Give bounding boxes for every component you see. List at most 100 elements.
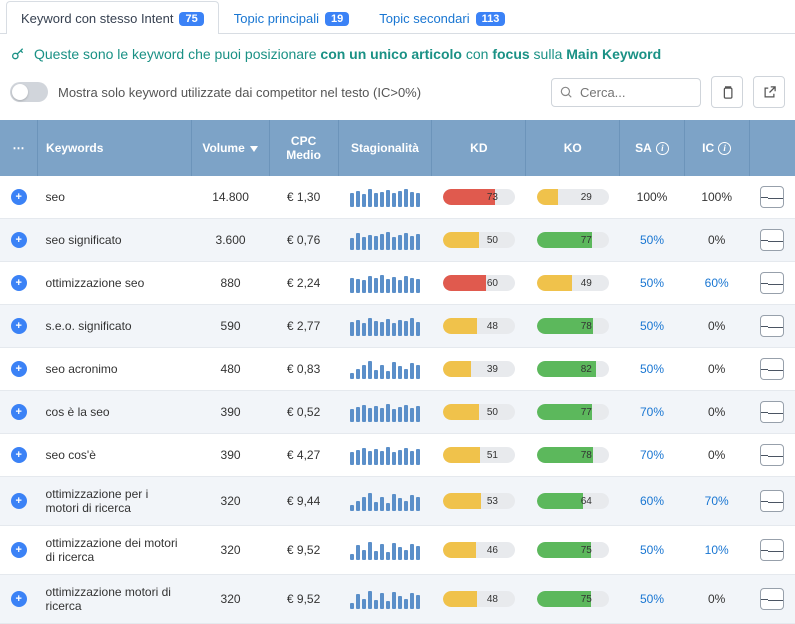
- ic-cell[interactable]: 60%: [684, 262, 749, 305]
- expand-row-button[interactable]: +: [11, 493, 27, 509]
- sa-cell[interactable]: 60%: [620, 477, 685, 526]
- table-row: +seo acronimo480€ 0,83398250%0%: [0, 348, 795, 391]
- ic-cell: 0%: [684, 305, 749, 348]
- expand-row-button[interactable]: +: [11, 232, 27, 248]
- row-menu-button[interactable]: [760, 272, 784, 294]
- table-row: +ottimizzazione motori di ricerca320€ 9,…: [0, 575, 795, 624]
- col-ko[interactable]: KO: [526, 120, 620, 176]
- seasonality-cell: [338, 391, 432, 434]
- kd-cell: 46: [432, 526, 526, 575]
- sa-cell[interactable]: 50%: [620, 219, 685, 262]
- volume-cell: 320: [192, 477, 269, 526]
- row-menu-button[interactable]: [760, 490, 784, 512]
- seasonality-cell: [338, 219, 432, 262]
- tabs-bar: Keyword con stesso Intent75Topic princip…: [0, 0, 795, 34]
- keyword-cell: seo: [38, 176, 192, 219]
- ic-cell: 0%: [684, 348, 749, 391]
- cpc-cell: € 9,52: [269, 526, 338, 575]
- ko-cell: 77: [526, 219, 620, 262]
- cpc-cell: € 0,52: [269, 391, 338, 434]
- cpc-cell: € 4,27: [269, 434, 338, 477]
- col-sa[interactable]: SAi: [620, 120, 685, 176]
- volume-cell: 320: [192, 526, 269, 575]
- sa-cell[interactable]: 50%: [620, 305, 685, 348]
- row-menu-button[interactable]: [760, 186, 784, 208]
- tab-badge: 113: [476, 12, 506, 26]
- col-expand[interactable]: ⋯: [0, 120, 38, 176]
- expand-row-button[interactable]: +: [11, 591, 27, 607]
- col-kd[interactable]: KD: [432, 120, 526, 176]
- ic-cell: 100%: [684, 176, 749, 219]
- cpc-cell: € 9,52: [269, 575, 338, 624]
- col-cpc[interactable]: CPC Medio: [269, 120, 338, 176]
- volume-cell: 480: [192, 348, 269, 391]
- sa-cell[interactable]: 50%: [620, 526, 685, 575]
- ko-cell: 75: [526, 575, 620, 624]
- copy-button[interactable]: [711, 76, 743, 108]
- keyword-cell: seo cos'è: [38, 434, 192, 477]
- competitor-filter-toggle[interactable]: [10, 82, 48, 102]
- expand-row-button[interactable]: +: [11, 275, 27, 291]
- table-header-row: ⋯ Keywords Volume CPC Medio Stagionalità…: [0, 120, 795, 176]
- sa-cell[interactable]: 50%: [620, 575, 685, 624]
- ic-cell[interactable]: 10%: [684, 526, 749, 575]
- tab-1[interactable]: Topic principali 19: [219, 1, 365, 34]
- volume-cell: 390: [192, 434, 269, 477]
- sa-cell[interactable]: 50%: [620, 262, 685, 305]
- seasonality-cell: [338, 262, 432, 305]
- ko-cell: 49: [526, 262, 620, 305]
- volume-cell: 880: [192, 262, 269, 305]
- expand-row-button[interactable]: +: [11, 361, 27, 377]
- keyword-cell: s.e.o. significato: [38, 305, 192, 348]
- ic-cell: 0%: [684, 575, 749, 624]
- tab-2[interactable]: Topic secondari113: [364, 1, 520, 34]
- expand-row-button[interactable]: +: [11, 318, 27, 334]
- cpc-cell: € 9,44: [269, 477, 338, 526]
- export-icon: [762, 85, 777, 100]
- info-icon: i: [656, 142, 669, 155]
- seasonality-cell: [338, 305, 432, 348]
- toggle-label: Mostra solo keyword utilizzate dai compe…: [58, 85, 541, 100]
- col-keywords[interactable]: Keywords: [38, 120, 192, 176]
- row-menu-button[interactable]: [760, 229, 784, 251]
- row-menu-button[interactable]: [760, 444, 784, 466]
- sa-cell[interactable]: 70%: [620, 391, 685, 434]
- kd-cell: 73: [432, 176, 526, 219]
- seasonality-cell: [338, 575, 432, 624]
- row-menu-button[interactable]: [760, 539, 784, 561]
- export-button[interactable]: [753, 76, 785, 108]
- cpc-cell: € 0,83: [269, 348, 338, 391]
- row-menu-button[interactable]: [760, 401, 784, 423]
- expand-row-button[interactable]: +: [11, 404, 27, 420]
- seasonality-cell: [338, 348, 432, 391]
- volume-cell: 390: [192, 391, 269, 434]
- info-text: Queste sono le keyword che puoi posizion…: [34, 46, 661, 62]
- ic-cell[interactable]: 70%: [684, 477, 749, 526]
- ic-cell: 0%: [684, 434, 749, 477]
- sa-cell[interactable]: 50%: [620, 348, 685, 391]
- expand-row-button[interactable]: +: [11, 542, 27, 558]
- row-menu-button[interactable]: [760, 588, 784, 610]
- table-row: +cos è la seo390€ 0,52507770%0%: [0, 391, 795, 434]
- table-row: +ottimizzazione seo880€ 2,24604950%60%: [0, 262, 795, 305]
- volume-cell: 3.600: [192, 219, 269, 262]
- keyword-cell: ottimizzazione motori di ricerca: [38, 575, 192, 624]
- expand-row-button[interactable]: +: [11, 189, 27, 205]
- search-input[interactable]: [551, 78, 701, 107]
- keyword-cell: cos è la seo: [38, 391, 192, 434]
- tab-badge: 19: [325, 12, 349, 26]
- sa-cell[interactable]: 70%: [620, 434, 685, 477]
- tab-0[interactable]: Keyword con stesso Intent75: [6, 1, 219, 34]
- col-season[interactable]: Stagionalità: [338, 120, 432, 176]
- table-row: +seo significato3.600€ 0,76507750%0%: [0, 219, 795, 262]
- row-menu-button[interactable]: [760, 315, 784, 337]
- seasonality-cell: [338, 176, 432, 219]
- info-icon: i: [718, 142, 731, 155]
- tab-label: Topic principali: [234, 11, 319, 26]
- expand-row-button[interactable]: +: [11, 447, 27, 463]
- ko-cell: 78: [526, 305, 620, 348]
- seasonality-cell: [338, 526, 432, 575]
- col-volume[interactable]: Volume: [192, 120, 269, 176]
- row-menu-button[interactable]: [760, 358, 784, 380]
- col-ic[interactable]: ICi: [684, 120, 749, 176]
